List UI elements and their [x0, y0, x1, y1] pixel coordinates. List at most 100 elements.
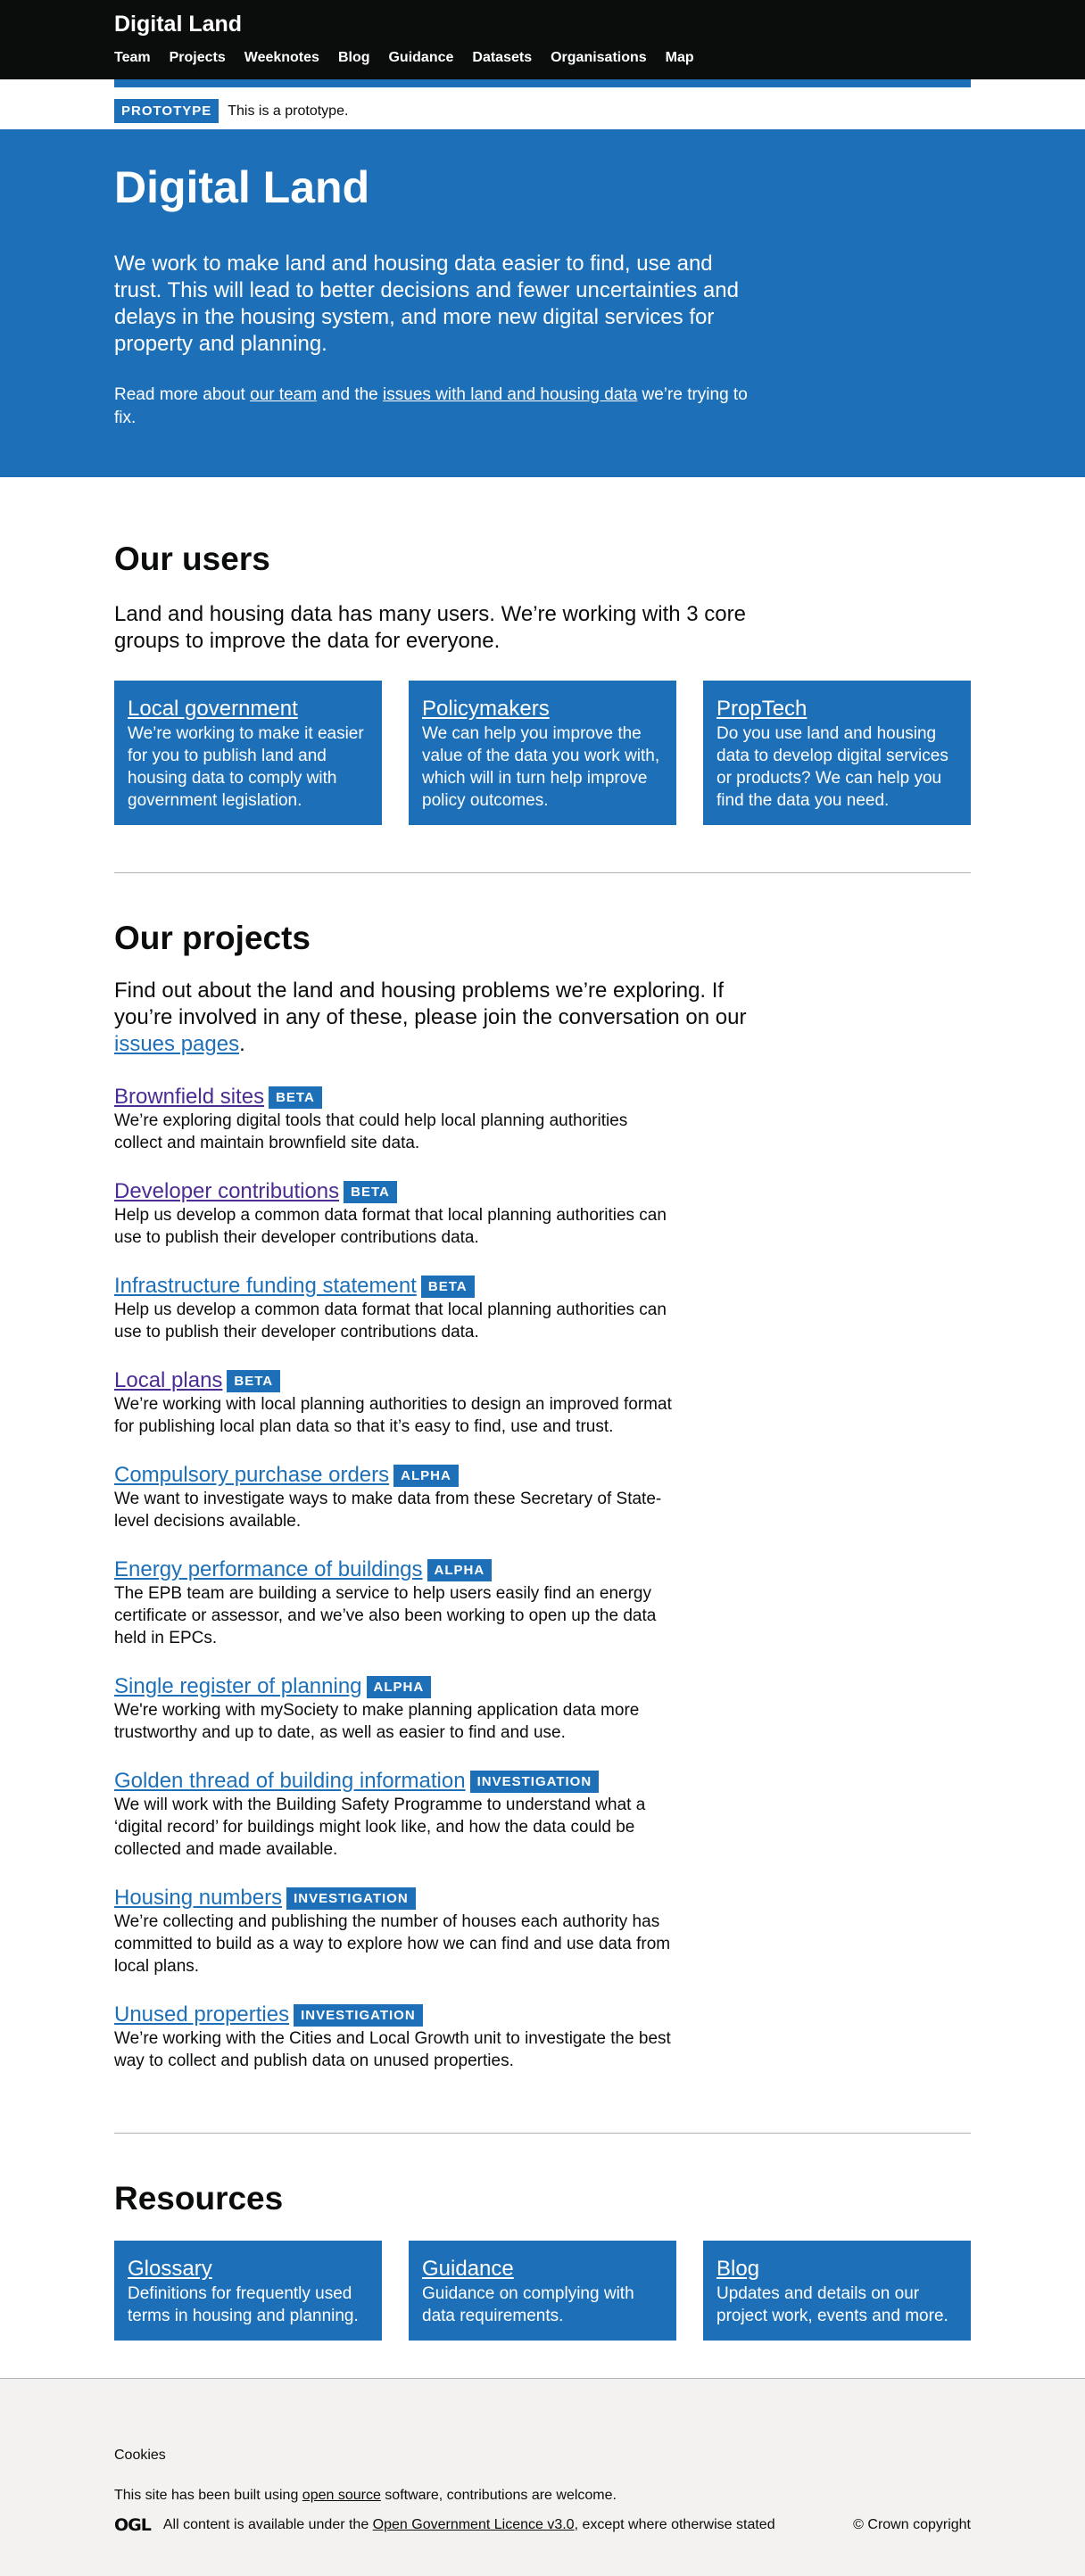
project-link[interactable]: Single register of planning [114, 1674, 362, 1699]
project-description: Help us develop a common data format tha… [114, 1300, 667, 1342]
hero-lead: We work to make land and housing data ea… [114, 252, 739, 356]
project-status-badge: INVESTIGATION [469, 1770, 600, 1793]
resources-heading: Resources [114, 2180, 284, 2217]
project-item: Local plans BETA We’re working with local… [114, 1368, 676, 1438]
project-link[interactable]: Energy performance of buildings [114, 1557, 423, 1582]
project-description: Help us develop a common data format tha… [114, 1206, 667, 1247]
project-link[interactable]: Unused properties [114, 2002, 289, 2027]
hero-read-more: Read more about our team and the issues … [114, 384, 757, 430]
project-link[interactable]: Housing numbers [114, 1886, 282, 1911]
site-header: Digital Land Team Projects Weeknotes Blo… [0, 0, 1085, 79]
project-description: We’re collecting and publishing the numb… [114, 1912, 671, 1976]
section-divider [114, 872, 971, 873]
project-status-badge: BETA [420, 1275, 475, 1298]
project-item: Single register of planning ALPHA We're w… [114, 1674, 676, 1744]
projects-section: Our projects Find out about the land and… [0, 873, 1085, 2133]
project-item: Infrastructure funding statement BETA Hel… [114, 1274, 676, 1343]
section-divider [114, 2133, 971, 2134]
resource-card-link[interactable]: Blog [716, 2256, 957, 2283]
users-cards: Local government We’re working to make i… [114, 681, 971, 825]
hero-more-text: and the [317, 385, 384, 404]
project-status-badge: BETA [344, 1180, 397, 1203]
licence-row: OGL All content is available under the O… [114, 2516, 971, 2534]
project-item: Compulsory purchase orders ALPHA We want … [114, 1463, 676, 1532]
project-link[interactable]: Brownfield sites [114, 1085, 264, 1110]
licence-text: All content is available under the Open … [163, 2516, 775, 2534]
project-status-badge: INVESTIGATION [294, 2003, 423, 2027]
users-lead: Land and housing data has many users. We… [114, 602, 746, 653]
resource-card-glossary: Glossary Definitions for frequently used… [114, 2241, 382, 2341]
brand-link[interactable]: Digital Land [114, 11, 971, 37]
projects-lead-text: Find out about the land and housing prob… [114, 978, 747, 1029]
user-card-proptech: PropTech Do you use land and housing dat… [703, 681, 971, 825]
phase-banner: PROTOTYPE This is a prototype. [114, 87, 971, 129]
hero: Digital Land We work to make land and ho… [0, 129, 1085, 477]
project-item: Golden thread of building information INV… [114, 1769, 676, 1861]
resources-section: Resources Glossary Definitions for frequ… [0, 2134, 1085, 2378]
phase-text: This is a prototype. [228, 103, 349, 119]
resource-card-text: Definitions for frequently used terms in… [128, 2284, 359, 2325]
user-card-link[interactable]: Policymakers [422, 696, 663, 722]
user-card-text: We can help you improve the value of the… [422, 724, 660, 810]
user-card-text: Do you use land and housing data to deve… [716, 724, 948, 810]
our-team-link[interactable]: our team [250, 385, 317, 404]
crown-copyright-link[interactable]: © Crown copyright [853, 2516, 971, 2534]
phase-tag: PROTOTYPE [114, 99, 219, 123]
project-description: We will work with the Building Safety Pr… [114, 1796, 646, 1859]
resource-card-link[interactable]: Guidance [422, 2256, 663, 2283]
nav-item-team[interactable]: Team [114, 49, 151, 67]
main-nav: Team Projects Weeknotes Blog Guidance Da… [114, 49, 971, 67]
user-card-text: We’re working to make it easier for you … [128, 724, 364, 810]
project-link[interactable]: Developer contributions [114, 1179, 339, 1204]
open-source-link[interactable]: open source [302, 2488, 381, 2503]
resource-card-text: Guidance on complying with data requirem… [422, 2284, 634, 2325]
project-status-badge: INVESTIGATION [286, 1887, 416, 1910]
projects-lead: Find out about the land and housing prob… [114, 978, 757, 1058]
nav-item-weeknotes[interactable]: Weeknotes [244, 49, 319, 67]
project-description: We’re exploring digital tools that could… [114, 1111, 628, 1152]
built-with-text: This site has been built using open sour… [114, 2487, 971, 2505]
project-status-badge: ALPHA [366, 1675, 432, 1698]
nav-item-guidance[interactable]: Guidance [388, 49, 453, 67]
resource-card-link[interactable]: Glossary [128, 2256, 369, 2283]
footer-text: This site has been built using [114, 2488, 302, 2503]
nav-item-projects[interactable]: Projects [170, 49, 226, 67]
ogl-licence-link[interactable]: Open Government Licence v3.0 [373, 2517, 575, 2532]
projects-lead-text: . [239, 1032, 245, 1056]
project-status-badge: ALPHA [393, 1464, 459, 1487]
nav-item-organisations[interactable]: Organisations [551, 49, 647, 67]
site-footer: Cookies This site has been built using o… [0, 2378, 1085, 2576]
cookies-link[interactable]: Cookies [114, 2448, 166, 2463]
nav-item-blog[interactable]: Blog [338, 49, 370, 67]
project-link[interactable]: Infrastructure funding statement [114, 1274, 417, 1299]
project-item: Developer contributions BETA Help us deve… [114, 1179, 676, 1249]
issues-pages-link[interactable]: issues pages [114, 1032, 239, 1056]
project-description: The EPB team are building a service to h… [114, 1584, 657, 1647]
project-item: Housing numbers INVESTIGATION We’re colle… [114, 1886, 676, 1977]
nav-item-datasets[interactable]: Datasets [472, 49, 532, 67]
project-item: Unused properties INVESTIGATION We’re wor… [114, 2002, 676, 2072]
resource-card-guidance: Guidance Guidance on complying with data… [409, 2241, 676, 2341]
users-heading: Our users [114, 541, 270, 577]
footer-text: software, contributions are welcome. [380, 2488, 617, 2503]
user-card-link[interactable]: Local government [128, 696, 369, 722]
project-status-badge: BETA [227, 1369, 281, 1392]
user-card-local-government: Local government We’re working to make i… [114, 681, 382, 825]
project-description: We’re working with local planning author… [114, 1395, 672, 1436]
resource-card-blog: Blog Updates and details on our project … [703, 2241, 971, 2341]
nav-item-map[interactable]: Map [666, 49, 694, 67]
resource-card-text: Updates and details on our project work,… [716, 2284, 948, 2325]
footer-text: , except where otherwise stated [574, 2517, 775, 2532]
resources-cards: Glossary Definitions for frequently used… [114, 2241, 971, 2341]
user-card-link[interactable]: PropTech [716, 696, 957, 722]
project-link[interactable]: Local plans [114, 1368, 222, 1393]
users-section: Our users Land and housing data has many… [0, 477, 1085, 872]
project-description: We want to investigate ways to make data… [114, 1490, 662, 1531]
ogl-logo-icon: OGL [114, 2515, 152, 2535]
issues-link[interactable]: issues with land and housing data [383, 385, 637, 404]
user-card-policymakers: Policymakers We can help you improve the… [409, 681, 676, 825]
footer-text: All content is available under the [162, 2517, 373, 2532]
project-link[interactable]: Compulsory purchase orders [114, 1463, 389, 1488]
project-link[interactable]: Golden thread of building information [114, 1769, 466, 1794]
projects-heading: Our projects [114, 920, 311, 956]
